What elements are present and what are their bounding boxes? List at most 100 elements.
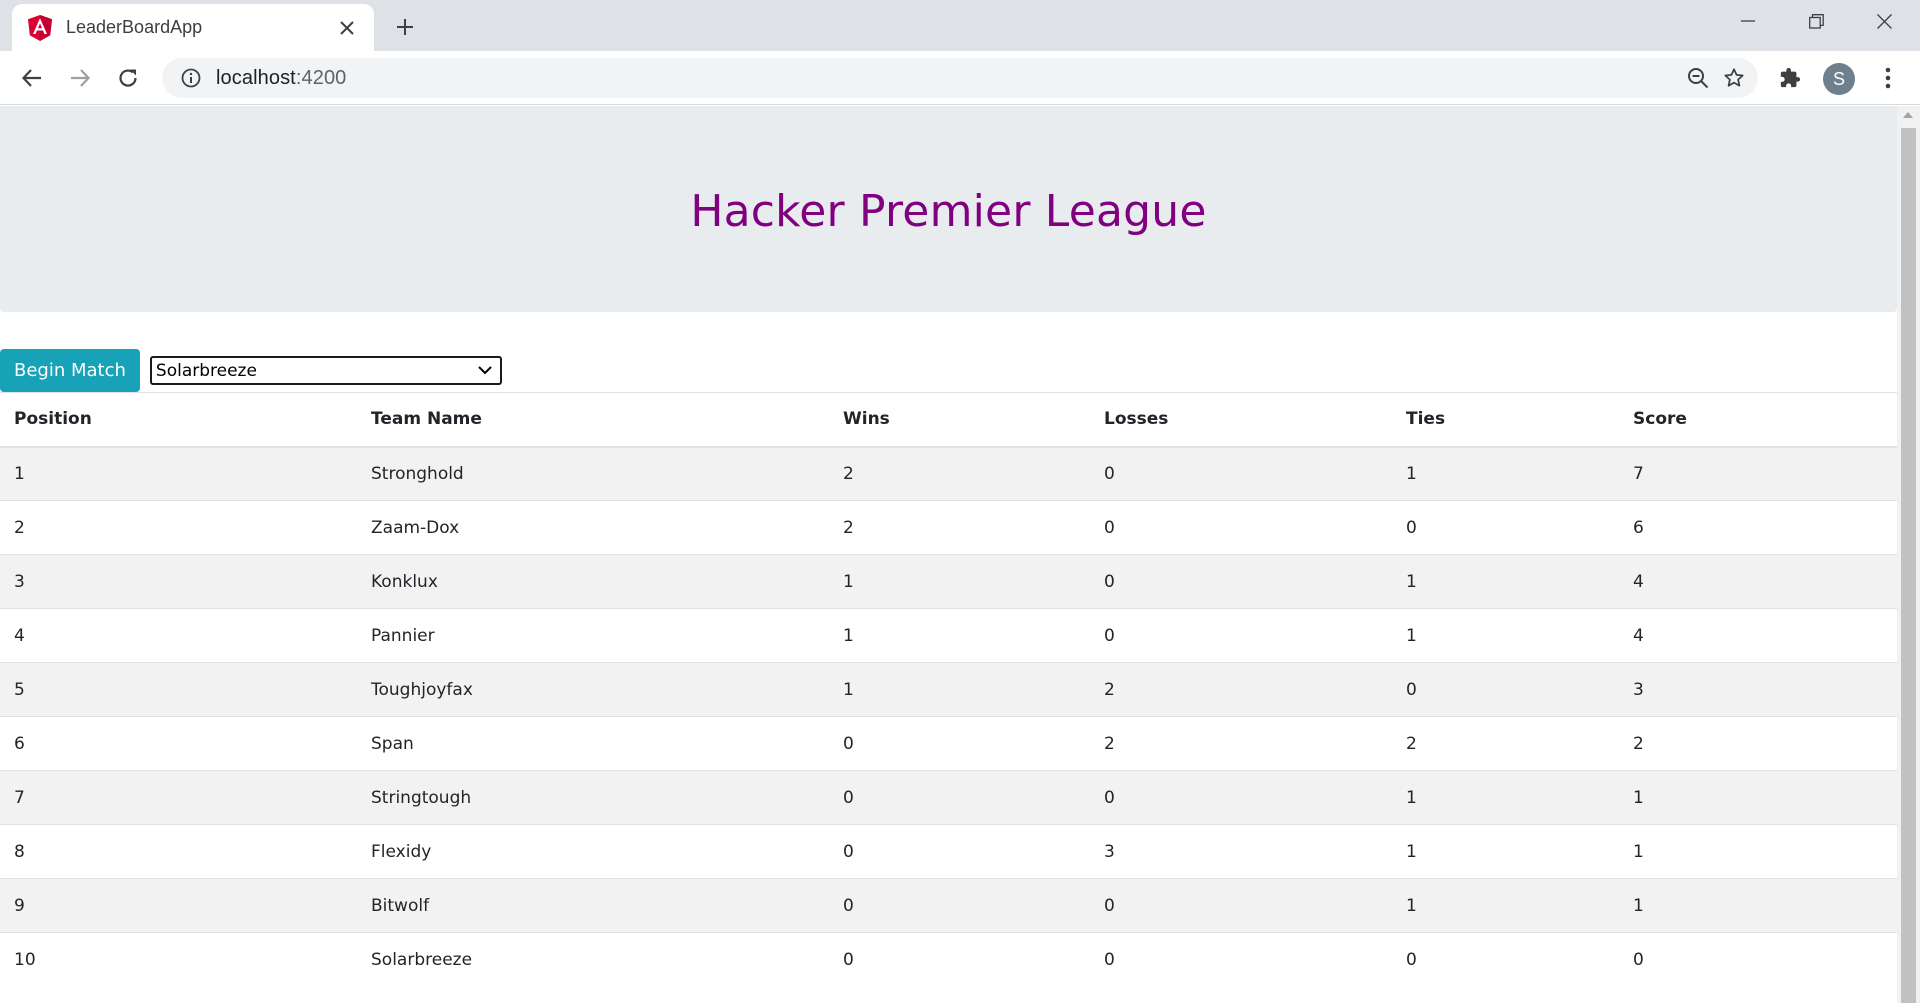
star-icon	[1724, 68, 1744, 87]
wins-cell: 1	[829, 608, 1090, 663]
forward-button[interactable]	[62, 60, 98, 96]
plus-icon	[397, 19, 413, 35]
reload-button[interactable]	[110, 60, 146, 96]
restore-icon	[1808, 13, 1824, 29]
team-name-cell: Flexidy	[357, 824, 829, 879]
score-cell: 0	[1619, 932, 1897, 987]
wins-cell: 0	[829, 932, 1090, 987]
info-icon[interactable]	[178, 65, 204, 91]
close-window-button[interactable]	[1850, 0, 1918, 42]
losses-cell: 0	[1090, 446, 1392, 501]
url-port: :4200	[295, 66, 347, 89]
page-viewport: Hacker Premier League Begin Match Solarb…	[0, 106, 1897, 1003]
ties-cell: 0	[1392, 932, 1619, 987]
wins-cell: 1	[829, 554, 1090, 609]
losses-cell: 0	[1090, 554, 1392, 609]
column-header-team-name: Team Name	[357, 392, 829, 448]
url-host: localhost	[216, 66, 296, 89]
losses-cell: 0	[1090, 770, 1392, 825]
header-banner: Hacker Premier League	[0, 106, 1897, 312]
ties-cell: 1	[1392, 554, 1619, 609]
team-select[interactable]: Solarbreeze	[149, 356, 502, 385]
table-row: 1 Stronghold 2 0 1 7	[0, 446, 1897, 501]
scroll-up-arrow-icon[interactable]	[1903, 112, 1913, 118]
team-name-cell: Toughjoyfax	[357, 662, 829, 717]
bookmark-button[interactable]	[1716, 60, 1752, 96]
team-name-cell: Zaam-Dox	[357, 500, 829, 555]
wins-cell: 0	[829, 716, 1090, 771]
ties-cell: 2	[1392, 716, 1619, 771]
position-cell: 3	[0, 554, 357, 609]
browser-toolbar: localhost:4200 S	[0, 51, 1920, 105]
table-row: 5 Toughjoyfax 1 2 0 3	[0, 662, 1897, 717]
position-cell: 9	[0, 878, 357, 933]
table-row: 4 Pannier 1 0 1 4	[0, 608, 1897, 663]
losses-cell: 0	[1090, 608, 1392, 663]
position-cell: 8	[0, 824, 357, 879]
tab-title: LeaderBoardApp	[66, 17, 203, 37]
position-cell: 6	[0, 716, 357, 771]
team-name-cell: Stringtough	[357, 770, 829, 825]
wins-cell: 0	[829, 770, 1090, 825]
tab-close-button[interactable]	[334, 15, 360, 41]
profile-avatar[interactable]: S	[1823, 63, 1855, 95]
page-scrollbar[interactable]	[1897, 106, 1920, 1003]
restore-button[interactable]	[1782, 0, 1850, 42]
column-header-ties: Ties	[1392, 392, 1619, 448]
address-bar[interactable]: localhost:4200	[162, 58, 1758, 98]
wins-cell: 0	[829, 878, 1090, 933]
wins-cell: 1	[829, 662, 1090, 717]
puzzle-icon	[1780, 67, 1801, 88]
arrow-left-icon	[21, 69, 41, 87]
url-text: localhost:4200	[216, 67, 1680, 90]
page-title: Hacker Premier League	[690, 185, 1207, 237]
score-cell: 4	[1619, 608, 1897, 663]
team-name-cell: Pannier	[357, 608, 829, 663]
column-header-position: Position	[0, 392, 357, 448]
browser-menu-button[interactable]	[1870, 60, 1906, 96]
reload-icon	[119, 69, 137, 87]
position-cell: 10	[0, 932, 357, 987]
scrollbar-thumb[interactable]	[1901, 128, 1916, 1003]
back-button[interactable]	[14, 60, 50, 96]
arrow-right-icon	[71, 69, 91, 87]
extensions-button[interactable]	[1772, 60, 1808, 96]
ties-cell: 1	[1392, 824, 1619, 879]
score-cell: 2	[1619, 716, 1897, 771]
position-cell: 5	[0, 662, 357, 717]
new-tab-button[interactable]	[390, 12, 420, 42]
leaderboard-body: 1 Stronghold 2 0 1 7 2 Zaam-Dox 2 0 0 6 3 Konklux 1 0 1 4…	[0, 446, 1897, 987]
table-row: 10 Solarbreeze 0 0 0 0	[0, 932, 1897, 987]
begin-match-button[interactable]: Begin Match	[0, 349, 140, 392]
losses-cell: 2	[1090, 716, 1392, 771]
column-header-wins: Wins	[829, 392, 1090, 448]
wins-cell: 2	[829, 500, 1090, 555]
wins-cell: 0	[829, 824, 1090, 879]
position-cell: 4	[0, 608, 357, 663]
browser-tab[interactable]: LeaderBoardApp	[12, 4, 374, 51]
ties-cell: 1	[1392, 770, 1619, 825]
tab-strip: LeaderBoardApp	[0, 0, 1920, 51]
zoom-out-icon	[1688, 68, 1709, 89]
table-row: 3 Konklux 1 0 1 4	[0, 554, 1897, 609]
table-row: 8 Flexidy 0 3 1 1	[0, 824, 1897, 879]
zoom-button[interactable]	[1680, 60, 1716, 96]
ties-cell: 1	[1392, 878, 1619, 933]
ties-cell: 1	[1392, 446, 1619, 501]
leaderboard-table: Position Team Name Wins Losses Ties Scor…	[0, 392, 1897, 987]
score-cell: 7	[1619, 446, 1897, 501]
position-cell: 7	[0, 770, 357, 825]
score-cell: 4	[1619, 554, 1897, 609]
minimize-button[interactable]	[1714, 0, 1782, 42]
score-cell: 3	[1619, 662, 1897, 717]
losses-cell: 0	[1090, 500, 1392, 555]
losses-cell: 2	[1090, 662, 1392, 717]
ties-cell: 1	[1392, 608, 1619, 663]
score-cell: 1	[1619, 878, 1897, 933]
team-name-cell: Span	[357, 716, 829, 771]
score-cell: 1	[1619, 824, 1897, 879]
team-select-value: Solarbreeze	[155, 360, 257, 381]
table-row: 2 Zaam-Dox 2 0 0 6	[0, 500, 1897, 555]
column-header-losses: Losses	[1090, 392, 1392, 448]
ties-cell: 0	[1392, 662, 1619, 717]
